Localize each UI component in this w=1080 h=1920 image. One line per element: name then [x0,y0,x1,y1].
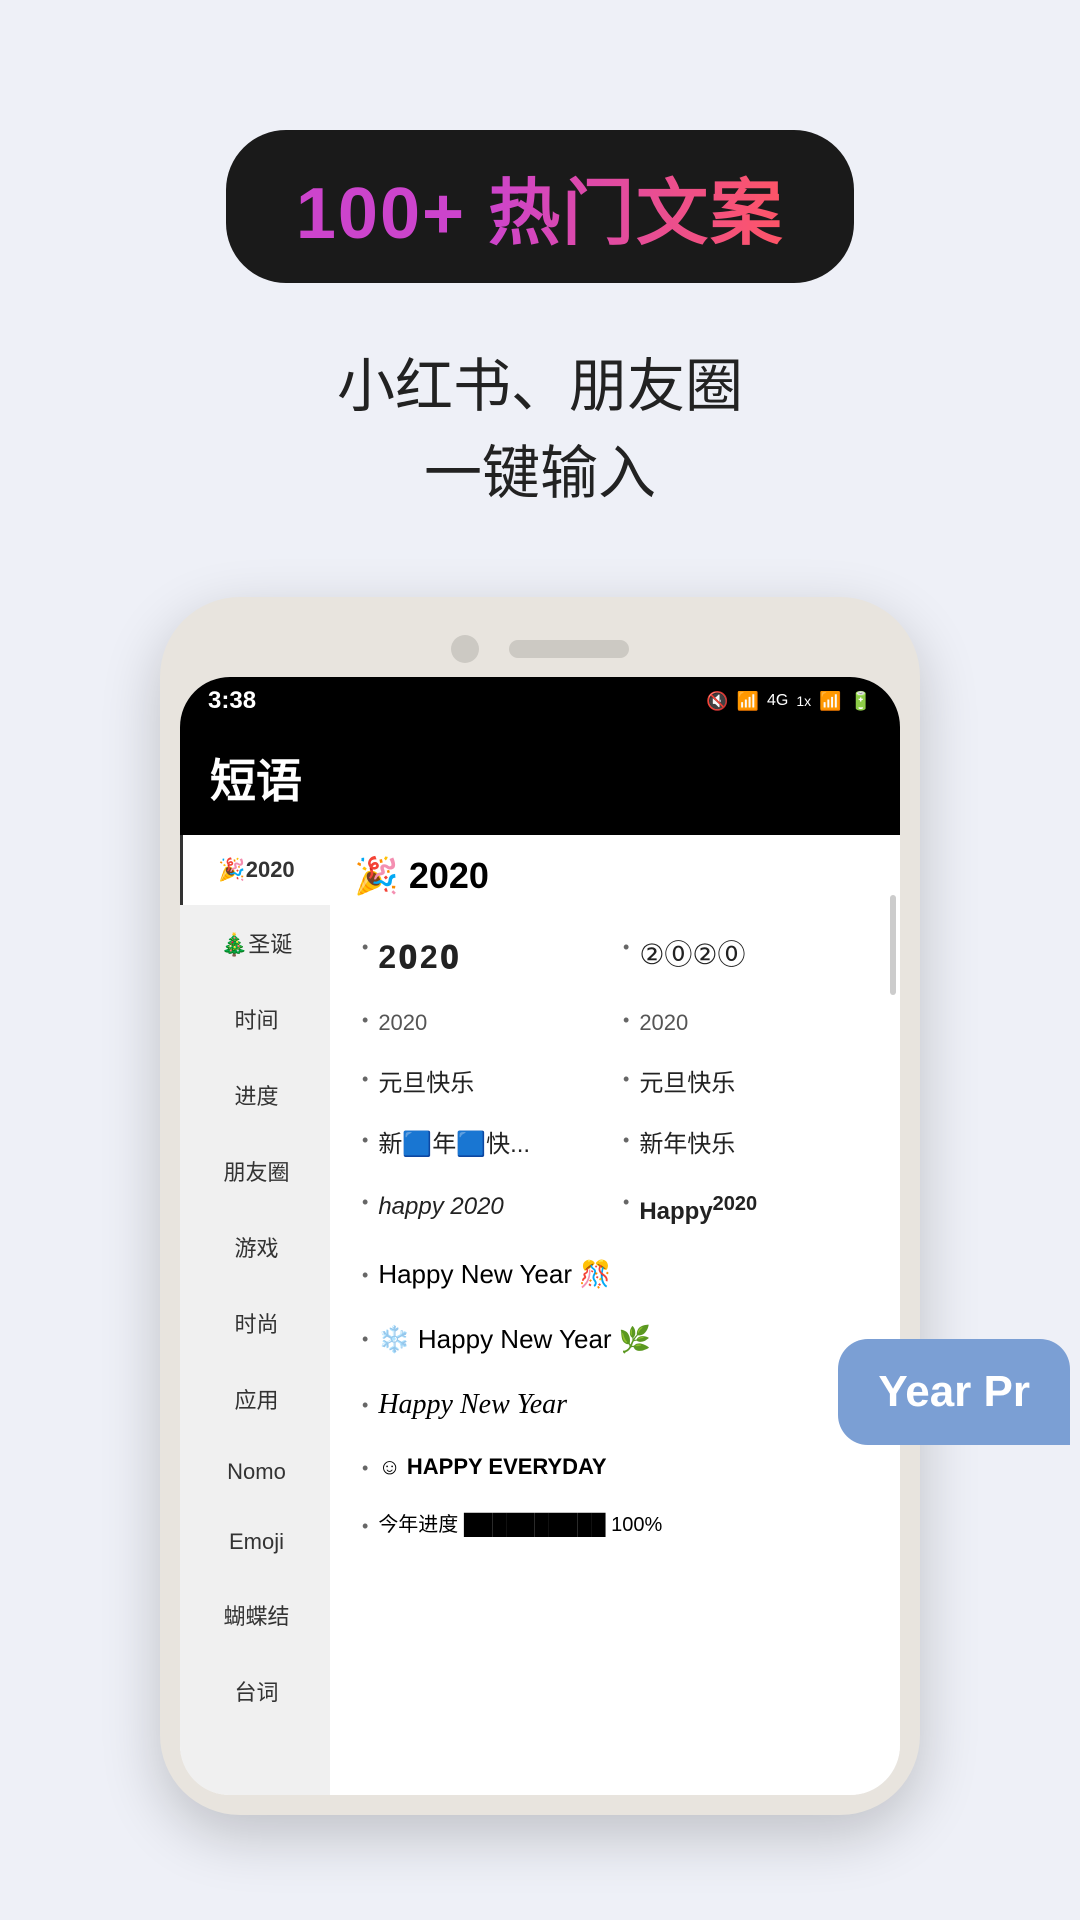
sidebar: 🎉2020 🎄圣诞 时间 进度 朋友圈 游戏 时尚 应用 Nomo Emoji … [180,835,330,1795]
sidebar-item-2020[interactable]: 🎉2020 [180,835,330,905]
sidebar-item-christmas[interactable]: 🎄圣诞 [180,905,330,981]
badge-number: 100+ [296,174,488,254]
list-item[interactable]: • Happy2020 [615,1176,876,1243]
phone-speaker [509,640,629,658]
list-item[interactable]: • 2020 [615,994,876,1053]
subtitle: 小红书、朋友圈 一键输入 [337,343,743,517]
list-item[interactable]: • 元旦快乐 [354,1053,615,1115]
list-item[interactable]: • Happy New Year 🎊 [354,1242,876,1306]
status-icons: 🔇 📶 4G 1x 📶 🔋 [706,691,872,712]
sidebar-item-friends[interactable]: 朋友圈 [180,1133,330,1209]
phone-outer: 3:38 🔇 📶 4G 1x 📶 🔋 短语 [160,597,920,1815]
phone-mockup: 3:38 🔇 📶 4G 1x 📶 🔋 短语 [130,597,950,1815]
sidebar-item-nomo[interactable]: Nomo [180,1437,330,1507]
sidebar-item-emoji[interactable]: Emoji [180,1507,330,1577]
sidebar-item-bow[interactable]: 蝴蝶结 [180,1577,330,1653]
top-badge: 100+ 热门文案 [226,130,854,283]
section-title: 🎉 2020 [354,855,876,897]
sidebar-item-time[interactable]: 时间 [180,981,330,1057]
sidebar-item-lines[interactable]: 台词 [180,1653,330,1729]
list-item[interactable]: • happy 2020 [354,1176,615,1243]
phone-screen: 3:38 🔇 📶 4G 1x 📶 🔋 短语 [180,677,900,1795]
app-content: 🎉2020 🎄圣诞 时间 进度 朋友圈 游戏 时尚 应用 Nomo Emoji … [180,835,900,1795]
app-header: 短语 [180,725,900,835]
page-container: 100+ 热门文案 小红书、朋友圈 一键输入 3:38 🔇 📶 [0,0,1080,1920]
list-item[interactable]: • 新年快乐 [615,1114,876,1176]
list-item[interactable]: • Happy New Year [354,1371,876,1438]
items-grid: • 2𝟎2𝟎 • ②⓪②⓪ • 2020 [354,921,876,1553]
status-bar: 3:38 🔇 📶 4G 1x 📶 🔋 [180,677,900,725]
phone-top-bar [180,617,900,677]
section-year: 2020 [409,855,489,897]
tooltip-bubble: Year Pr [838,1339,1070,1445]
tooltip-text: Year Pr [878,1367,1030,1416]
sidebar-item-game[interactable]: 游戏 [180,1209,330,1285]
list-item[interactable]: • 2𝟎2𝟎 [354,921,615,994]
list-item[interactable]: • 新🟦年🟦快... [354,1114,615,1176]
list-item[interactable]: • ②⓪②⓪ [615,921,876,994]
phone-camera [451,635,479,663]
main-content: 🎉 2020 • 2𝟎2𝟎 • ② [330,835,900,1795]
sidebar-item-fashion[interactable]: 时尚 [180,1285,330,1361]
list-item[interactable]: • 今年进度 ██████████ 100% [354,1497,876,1553]
app-title: 短语 [210,755,302,807]
list-item[interactable]: • 元旦快乐 [615,1053,876,1115]
badge-label: 热门文案 [488,174,784,254]
list-item[interactable]: • ☺ HAPPY EVERYDAY [354,1438,876,1497]
list-item[interactable]: • 2020 [354,994,615,1053]
scrollbar[interactable] [890,895,896,995]
status-time: 3:38 [208,687,256,715]
sidebar-item-apps[interactable]: 应用 [180,1361,330,1437]
list-item[interactable]: • ❄️ Happy New Year 🌿 [354,1307,876,1371]
section-emoji: 🎉 [354,855,399,897]
sidebar-item-progress[interactable]: 进度 [180,1057,330,1133]
